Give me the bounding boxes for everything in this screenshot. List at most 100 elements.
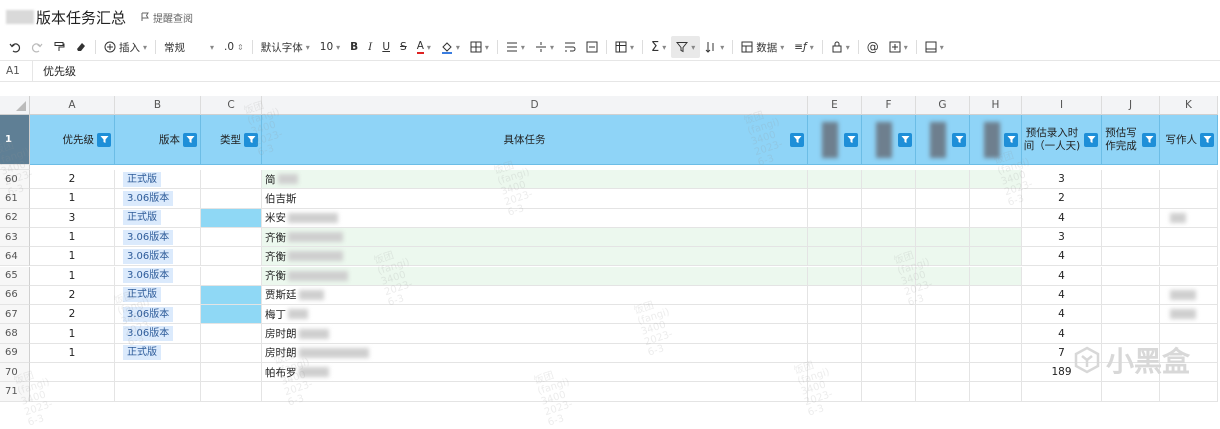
- cell-f[interactable]: [862, 170, 916, 190]
- row-number[interactable]: 69: [0, 343, 30, 363]
- header-cell-priority[interactable]: 优先级: [30, 115, 115, 165]
- type-cell[interactable]: [201, 324, 262, 344]
- version-cell[interactable]: 3.06版本: [115, 247, 201, 267]
- type-cell[interactable]: [201, 343, 262, 363]
- cell-g[interactable]: [916, 170, 970, 190]
- cell-e[interactable]: [808, 324, 862, 344]
- version-cell[interactable]: [115, 363, 201, 383]
- cell-e[interactable]: [808, 266, 862, 286]
- writer-cell[interactable]: [1160, 247, 1218, 267]
- header-cell-estimate[interactable]: 预估录入时间（一人天): [1022, 115, 1102, 165]
- row-number[interactable]: 67: [0, 305, 30, 325]
- version-cell[interactable]: 正式版: [115, 343, 201, 363]
- cell-h[interactable]: [970, 208, 1022, 228]
- filter-icon[interactable]: [790, 132, 804, 147]
- wrap-button[interactable]: [559, 36, 581, 58]
- priority-cell[interactable]: 1: [30, 247, 115, 267]
- cell-g[interactable]: [916, 324, 970, 344]
- filter-icon[interactable]: [898, 132, 912, 147]
- type-cell[interactable]: [201, 170, 262, 190]
- cell-j[interactable]: [1102, 266, 1160, 286]
- cell-j[interactable]: [1102, 227, 1160, 248]
- row-number[interactable]: 62: [0, 208, 30, 228]
- row-number[interactable]: 61: [0, 189, 30, 209]
- task-cell[interactable]: 帕布罗: [262, 363, 808, 383]
- cell-h[interactable]: [970, 170, 1022, 190]
- cell-h[interactable]: [970, 189, 1022, 209]
- cell-h[interactable]: [970, 324, 1022, 344]
- remind-button[interactable]: 提醒查阅: [140, 10, 193, 25]
- cell-h[interactable]: [970, 363, 1022, 383]
- table-style-button[interactable]: ▾: [610, 36, 639, 58]
- task-cell[interactable]: 齐衡: [262, 227, 808, 248]
- number-format-select[interactable]: 常规 ▾: [159, 36, 219, 58]
- redo-button[interactable]: [26, 36, 48, 58]
- cell-f[interactable]: [862, 247, 916, 267]
- cell-e[interactable]: [808, 247, 862, 267]
- version-cell[interactable]: 正式版: [115, 208, 201, 228]
- priority-cell[interactable]: [30, 382, 115, 402]
- row-number[interactable]: 70: [0, 363, 30, 383]
- cell-f[interactable]: [862, 208, 916, 228]
- cell-g[interactable]: [916, 266, 970, 286]
- filter-icon[interactable]: [183, 132, 197, 147]
- fill-color-button[interactable]: ▾: [436, 36, 465, 58]
- cell-j[interactable]: [1102, 208, 1160, 228]
- type-cell[interactable]: [201, 189, 262, 209]
- task-cell[interactable]: 齐衡: [262, 247, 808, 267]
- protect-button[interactable]: ▾: [826, 36, 855, 58]
- task-cell[interactable]: 房时朗: [262, 324, 808, 344]
- font-size-select[interactable]: 10 ▾: [315, 36, 345, 58]
- cell-g[interactable]: [916, 305, 970, 325]
- writer-cell[interactable]: [1160, 227, 1218, 248]
- filter-icon[interactable]: [1004, 132, 1018, 147]
- cell-h[interactable]: [970, 343, 1022, 363]
- header-cell-g[interactable]: [916, 115, 970, 165]
- header-cell-writer[interactable]: 写作人: [1160, 115, 1218, 165]
- row-number[interactable]: 65: [0, 266, 30, 286]
- underline-button[interactable]: U: [377, 36, 395, 58]
- priority-cell[interactable]: 2: [30, 170, 115, 190]
- priority-cell[interactable]: 1: [30, 324, 115, 344]
- doc-title[interactable]: 版本任务汇总: [36, 7, 126, 28]
- writer-cell[interactable]: [1160, 382, 1218, 402]
- cell-e[interactable]: [808, 208, 862, 228]
- task-cell[interactable]: 贾斯廷: [262, 285, 808, 306]
- writer-cell[interactable]: [1160, 305, 1218, 325]
- align-button[interactable]: ▾: [501, 36, 530, 58]
- writer-cell[interactable]: [1160, 170, 1218, 190]
- task-cell[interactable]: [262, 382, 808, 402]
- cell-h[interactable]: [970, 382, 1022, 402]
- header-cell-type[interactable]: 类型: [201, 115, 262, 165]
- priority-cell[interactable]: 1: [30, 343, 115, 363]
- cell-e[interactable]: [808, 305, 862, 325]
- cell-g[interactable]: [916, 382, 970, 402]
- version-cell[interactable]: 3.06版本: [115, 227, 201, 248]
- row-number[interactable]: 60: [0, 170, 30, 190]
- merge-button[interactable]: [581, 36, 603, 58]
- priority-cell[interactable]: 1: [30, 266, 115, 286]
- estimate-cell[interactable]: 4: [1022, 305, 1102, 325]
- clear-format-button[interactable]: [70, 36, 92, 58]
- mention-button[interactable]: @: [862, 36, 884, 58]
- cell-j[interactable]: [1102, 189, 1160, 209]
- version-cell[interactable]: 正式版: [115, 285, 201, 306]
- cell-f[interactable]: [862, 305, 916, 325]
- cell-h[interactable]: [970, 227, 1022, 248]
- column-header-j[interactable]: J: [1102, 96, 1160, 115]
- filter-icon[interactable]: [952, 132, 966, 147]
- row-number[interactable]: 64: [0, 247, 30, 267]
- cell-j[interactable]: [1102, 305, 1160, 325]
- filter-icon[interactable]: [1142, 132, 1156, 147]
- cell-f[interactable]: [862, 266, 916, 286]
- type-cell[interactable]: [201, 227, 262, 248]
- cell-f[interactable]: [862, 324, 916, 344]
- priority-cell[interactable]: 2: [30, 285, 115, 306]
- row-number[interactable]: 1: [0, 115, 30, 165]
- filter-icon[interactable]: [1084, 132, 1098, 147]
- filter-icon[interactable]: [844, 132, 858, 147]
- column-header-a[interactable]: A: [30, 96, 115, 115]
- estimate-cell[interactable]: 3: [1022, 170, 1102, 190]
- estimate-cell[interactable]: 4: [1022, 285, 1102, 306]
- priority-cell[interactable]: 3: [30, 208, 115, 228]
